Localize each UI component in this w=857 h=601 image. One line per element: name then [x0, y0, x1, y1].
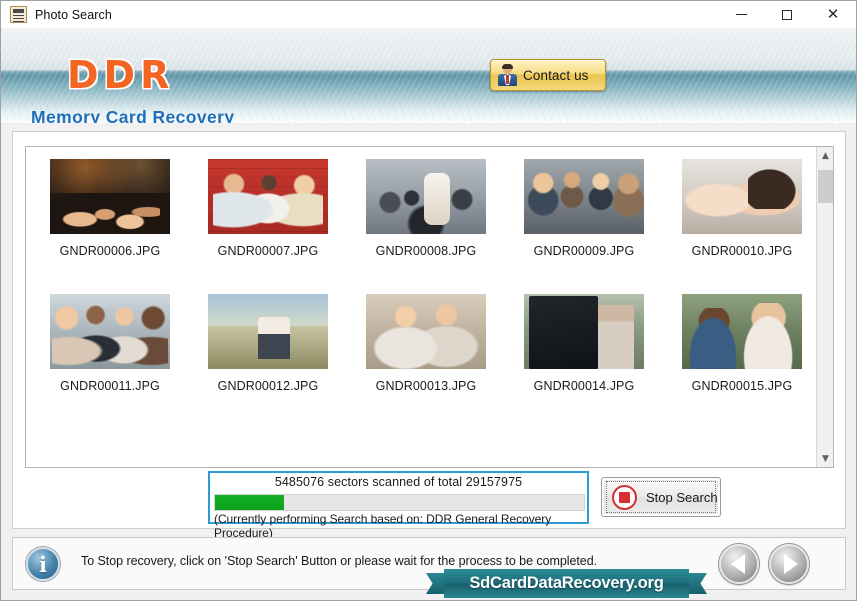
thumbnail-item[interactable]: GNDR00009.JPG [510, 159, 658, 258]
status-message: To Stop recovery, click on 'Stop Search'… [81, 554, 598, 568]
maximize-icon [782, 9, 792, 20]
thumbnail-image[interactable] [366, 294, 486, 369]
thumbnail-row: GNDR00006.JPG GNDR00007.JPG GNDR00008.JP… [26, 159, 816, 258]
thumbnail-image[interactable] [208, 159, 328, 234]
progress-bar-fill [215, 495, 285, 510]
thumbnail-label: GNDR00015.JPG [691, 379, 793, 393]
thumbnail-item[interactable]: GNDR00008.JPG [352, 159, 500, 258]
application-window: Photo Search ✕ DDR Memory Card Recovery [0, 0, 857, 601]
vertical-scrollbar[interactable]: ▲ ▼ [816, 147, 833, 467]
progress-caption: 5485076 sectors scanned of total 2915797… [274, 475, 523, 489]
thumbnail-item[interactable]: GNDR00014.JPG [510, 294, 658, 393]
window-controls: ✕ [718, 1, 856, 28]
progress-panel: 5485076 sectors scanned of total 2915797… [208, 471, 589, 540]
thumbnail-image[interactable] [50, 294, 170, 369]
thumbnail-label: GNDR00006.JPG [59, 244, 161, 258]
thumbnail-item[interactable]: GNDR00012.JPG [194, 294, 342, 393]
ddr-logo: DDR [67, 53, 175, 97]
arrow-left-icon [730, 554, 745, 574]
thumbnail-label: GNDR00013.JPG [375, 379, 477, 393]
thumbnail-image[interactable] [524, 159, 644, 234]
row-spacer [26, 258, 816, 294]
thumbnail-label: GNDR00008.JPG [375, 244, 477, 258]
contact-us-label: Contact us [523, 67, 589, 83]
thumbnail-label: GNDR00010.JPG [691, 244, 793, 258]
thumbnail-image[interactable] [50, 159, 170, 234]
person-icon [497, 64, 518, 86]
maximize-button[interactable] [764, 1, 810, 28]
scrollbar-thumb[interactable] [818, 170, 833, 203]
thumbnail-list[interactable]: GNDR00006.JPG GNDR00007.JPG GNDR00008.JP… [25, 146, 834, 468]
website-ribbon: SdCardDataRecovery.org [426, 569, 707, 598]
thumbnail-label: GNDR00009.JPG [533, 244, 635, 258]
contact-us-button[interactable]: Contact us [490, 59, 606, 91]
thumbnail-row: GNDR00011.JPG GNDR00012.JPG GNDR00013.JP… [26, 294, 816, 393]
photo-document-icon [10, 6, 27, 23]
thumbnail-item[interactable]: GNDR00010.JPG [668, 159, 816, 258]
thumbnail-image[interactable] [682, 294, 802, 369]
thumbnail-item[interactable]: GNDR00015.JPG [668, 294, 816, 393]
info-icon: i [26, 547, 60, 581]
thumbnail-image[interactable] [682, 159, 802, 234]
website-label: SdCardDataRecovery.org [469, 574, 664, 592]
window-title: Photo Search [35, 7, 112, 22]
thumbnail-label: GNDR00012.JPG [217, 379, 319, 393]
thumbnail-item[interactable]: GNDR00007.JPG [194, 159, 342, 258]
app-subtitle: Memory Card Recovery [31, 107, 235, 123]
content-panel: GNDR00006.JPG GNDR00007.JPG GNDR00008.JP… [12, 131, 846, 529]
thumbnail-image[interactable] [524, 294, 644, 369]
stop-square-icon [612, 484, 637, 510]
thumbnail-item[interactable]: GNDR00006.JPG [36, 159, 184, 258]
thumbnail-label: GNDR00011.JPG [60, 379, 160, 393]
thumbnail-label: GNDR00007.JPG [217, 244, 319, 258]
thumbnail-image[interactable] [366, 159, 486, 234]
app-header: DDR Memory Card Recovery Contact us [1, 28, 856, 123]
thumbnail-item[interactable]: GNDR00013.JPG [352, 294, 500, 393]
arrow-right-icon [783, 554, 798, 574]
title-bar: Photo Search ✕ [1, 1, 856, 28]
next-button[interactable] [769, 544, 809, 584]
previous-button[interactable] [719, 544, 759, 584]
progress-bar [214, 494, 585, 511]
thumbnail-grid: GNDR00006.JPG GNDR00007.JPG GNDR00008.JP… [26, 147, 816, 393]
scroll-up-button[interactable]: ▲ [817, 147, 833, 164]
thumbnail-image[interactable] [208, 294, 328, 369]
thumbnail-item[interactable]: GNDR00011.JPG [36, 294, 184, 393]
close-button[interactable]: ✕ [810, 1, 856, 28]
minimize-button[interactable] [718, 1, 764, 28]
close-icon: ✕ [826, 5, 840, 23]
thumbnail-label: GNDR00014.JPG [533, 379, 635, 393]
stop-search-button[interactable]: Stop Search [601, 477, 721, 517]
scroll-down-button[interactable]: ▼ [817, 450, 833, 467]
stop-search-label: Stop Search [646, 489, 718, 505]
ribbon-body: SdCardDataRecovery.org [444, 569, 689, 598]
minimize-icon [735, 14, 747, 15]
progress-note: (Currently performing Search based on: D… [214, 512, 552, 540]
